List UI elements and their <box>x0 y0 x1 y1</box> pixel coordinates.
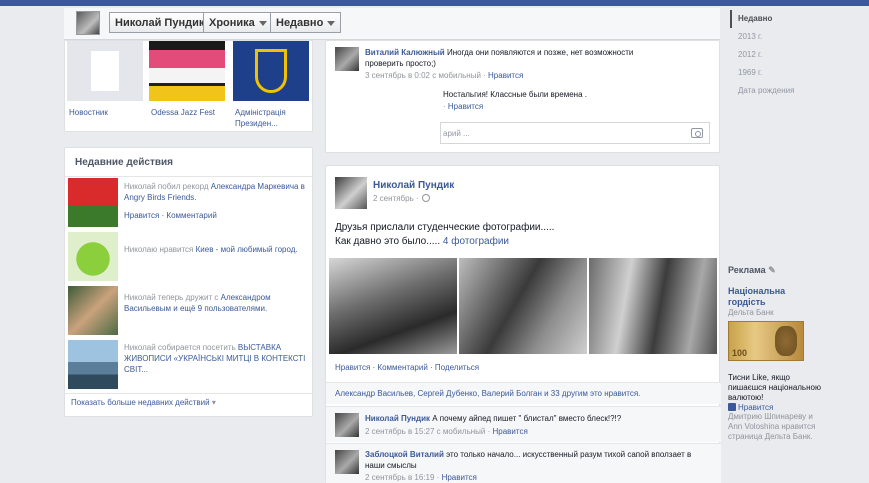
comment-meta: 3 сентябрь в 0:02 с мобильный · Нравится <box>365 71 524 80</box>
recent-button[interactable]: Недавно <box>270 12 342 33</box>
ads-title: Реклама ✎ <box>728 265 776 275</box>
comment-like-link[interactable]: Нравится <box>442 473 477 482</box>
ad-site[interactable]: Дельта Банк <box>728 308 824 317</box>
activity-text: Николай собирается посетить ВЫСТАВКА ЖИВ… <box>124 343 306 374</box>
trident-image <box>233 41 309 101</box>
friend-thumb[interactable] <box>68 286 118 335</box>
timeline-scrubber: Недавно 2013 г. 2012 г. 1969 г. Дата рож… <box>730 10 820 100</box>
scrubber-item-2013[interactable]: 2013 г. <box>730 28 820 46</box>
comment-meta: 2 сентябрь в 16:19 · Нравится <box>365 473 477 482</box>
banknote-value: 100 <box>732 348 748 358</box>
show-more-link[interactable]: Показать больше недавних действий ▾ <box>71 398 216 407</box>
scrubber-item-2012[interactable]: 2012 г. <box>730 46 820 64</box>
post-photo[interactable] <box>459 258 587 354</box>
timeline-header: Николай Пундик Хроника Недавно <box>64 8 720 40</box>
divider <box>65 176 314 177</box>
top-bar <box>0 0 869 6</box>
ad-banknote-image[interactable]: 100 <box>728 321 804 361</box>
like-caption[interactable]: Odessa Jazz Fest <box>151 107 221 118</box>
comment-item: Заблоцкой Виталий это только начало... и… <box>326 443 721 483</box>
comment-input[interactable]: арий ... <box>440 122 710 144</box>
comment-like-link[interactable]: Нравится <box>448 102 483 111</box>
divider <box>65 393 314 394</box>
commenter-avatar[interactable] <box>335 47 359 71</box>
chronicle-label: Хроника <box>209 17 255 29</box>
like-tile[interactable]: Odessa Jazz Fest <box>147 41 225 133</box>
comment-text: Николай Пундик А почему айпед пишет " бл… <box>365 414 622 423</box>
thumbs-up-icon <box>728 403 736 411</box>
ad-body: Тисни Like, якщо пишаєшся національною в… <box>728 373 821 402</box>
activity-actions[interactable]: Нравится · Комментарий <box>124 211 217 220</box>
chronicle-button[interactable]: Хроника <box>203 12 273 33</box>
kiev-thumb[interactable] <box>68 232 118 281</box>
comment-item: Николай Пундик А почему айпед пишет " бл… <box>326 406 721 442</box>
comment-text: Ностальгия! Классные были времена . <box>443 90 587 99</box>
commenter-avatar[interactable] <box>335 450 359 474</box>
chevron-down-icon: ▾ <box>211 398 216 407</box>
banknote-portrait <box>775 326 797 356</box>
recent-activity-card: Недавние действия Николай побил рекорд А… <box>64 147 314 417</box>
recent-activity-title: Недавние действия <box>75 157 174 168</box>
profile-name-button[interactable]: Николай Пундик <box>109 12 211 33</box>
post-actions[interactable]: Нравится · Комментарий · Поделиться <box>335 363 479 372</box>
comment-text: Заблоцкой Виталий это только начало... и… <box>365 450 692 470</box>
ad-headline[interactable]: Національна гордість <box>728 286 824 308</box>
post-date[interactable]: 2 сентябрь · <box>373 194 430 203</box>
commenter-avatar[interactable] <box>335 413 359 437</box>
ad-social-context: Дмитрию Шпинареву и Ann Voloshina нравит… <box>728 412 816 441</box>
like-caption[interactable]: Новостник <box>69 107 139 118</box>
globe-icon <box>421 194 430 202</box>
scrubber-item-1969[interactable]: 1969 г. <box>730 64 820 82</box>
scrubber-item-birthdate[interactable]: Дата рождения <box>730 82 820 100</box>
post-photo[interactable] <box>589 258 717 354</box>
post-photo[interactable] <box>329 258 457 354</box>
photo-post-card: Николай Пундик 2 сентябрь · Друзья присл… <box>325 165 721 483</box>
commenter-name[interactable]: Виталий Калюжный <box>365 48 445 57</box>
comment-meta: 2 сентябрь в 15:27 с мобильный · Нравитс… <box>365 427 528 436</box>
ad-like-button[interactable]: Нравится <box>728 403 824 412</box>
trident-shape <box>255 49 287 93</box>
angry-birds-thumb[interactable] <box>68 178 118 227</box>
profile-avatar[interactable] <box>76 11 100 35</box>
activity-text: Николаю нравится Киев - мой любимый горо… <box>124 245 298 254</box>
author-avatar[interactable] <box>335 177 367 209</box>
commenter-name[interactable]: Заблоцкой Виталий <box>365 450 444 459</box>
activity-text: Николай теперь дружит с Александром Васи… <box>124 293 271 313</box>
like-caption[interactable]: Адміністрація Президен... <box>235 107 305 129</box>
like-tile[interactable]: Новостник <box>65 41 143 133</box>
camera-icon[interactable] <box>691 128 703 138</box>
comment-like-link[interactable]: Нравится <box>492 427 527 436</box>
ads-column: Реклама ✎ Національна гордість Дельта Ба… <box>728 265 824 442</box>
post-text: Друзья прислали студенческие фотографии.… <box>335 222 555 247</box>
comment-placeholder: арий ... <box>443 129 470 138</box>
comment-meta: · Нравится <box>443 102 484 111</box>
chevron-down-icon <box>258 20 267 26</box>
activity-text: Николай побил рекорд Александра Маркевич… <box>124 182 305 202</box>
post-likes-summary[interactable]: Александр Васильев, Сергей Дубенко, Вале… <box>326 382 721 404</box>
photos-link[interactable]: 4 фотографии <box>443 236 509 247</box>
page-logo-image <box>67 41 143 101</box>
profile-name-label: Николай Пундик <box>115 17 205 29</box>
likes-card: Новостник Odessa Jazz Fest Адміністрація… <box>64 40 313 132</box>
commenter-name[interactable]: Николай Пундик <box>365 414 430 423</box>
exhibition-thumb[interactable] <box>68 340 118 389</box>
comment-like-link[interactable]: Нравится <box>488 71 523 80</box>
like-tile[interactable]: Адміністрація Президен... <box>231 41 309 133</box>
scrubber-item-recent[interactable]: Недавно <box>730 10 820 28</box>
author-name[interactable]: Николай Пундик <box>373 180 454 191</box>
logo-mark <box>91 51 119 91</box>
activity-link[interactable]: Киев - мой любимый город. <box>196 245 298 254</box>
comment-text: Виталий Калюжный Иногда они появляются и… <box>365 48 634 68</box>
ad-settings-icon[interactable]: ✎ <box>768 265 776 275</box>
recent-label: Недавно <box>276 17 324 29</box>
chevron-down-icon <box>327 20 336 26</box>
jazz-fest-image <box>149 41 225 101</box>
